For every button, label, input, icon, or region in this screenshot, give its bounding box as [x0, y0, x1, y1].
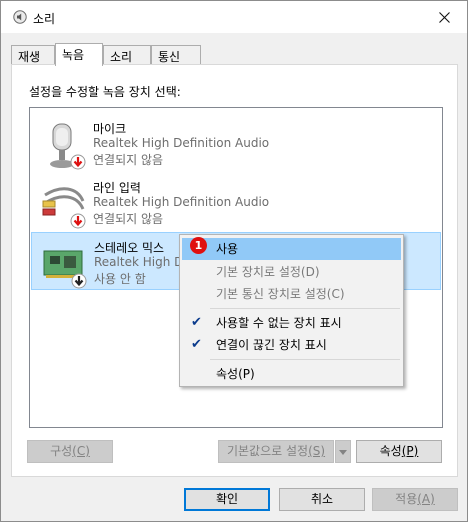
tab-communications[interactable]: 통신 — [151, 45, 201, 65]
button-label: 기본값으로 설정 — [226, 444, 309, 458]
checkmark-icon: ✔ — [191, 315, 202, 330]
button-accesskey: (C) — [72, 444, 90, 458]
tab-sounds[interactable]: 소리 — [103, 45, 151, 65]
context-menu: 사용 기본 장치로 설정(D) 기본 통신 장치로 설정(C) ✔ 사용할 수 없… — [179, 234, 404, 387]
configure-button: 구성(C) — [27, 440, 113, 463]
checkmark-icon: ✔ — [191, 337, 202, 352]
menu-item-show-disabled-devices[interactable]: ✔ 사용할 수 없는 장치 표시 — [182, 312, 401, 334]
button-label: 적용 — [395, 492, 418, 506]
sound-card-icon — [43, 250, 87, 289]
button-accesskey: (A) — [417, 492, 435, 506]
device-driver: Realtek High De — [94, 255, 191, 269]
device-status: 연결되지 않음 — [93, 212, 164, 226]
line-in-cable-icon — [42, 187, 86, 229]
button-accesskey: (S) — [308, 444, 326, 458]
device-status: 사용 안 함 — [94, 272, 146, 286]
instruction-label: 설정을 수정할 녹음 장치 선택: — [29, 85, 181, 99]
device-item-line-in[interactable]: 라인 입력 Realtek High Definition Audio 연결되지… — [31, 173, 441, 231]
menu-item-properties[interactable]: 속성(P) — [182, 363, 401, 385]
menu-item-label: 사용할 수 없는 장치 표시 — [216, 316, 342, 330]
ok-button[interactable]: 확인 — [184, 488, 270, 511]
close-icon — [438, 11, 450, 23]
cancel-button[interactable]: 취소 — [279, 488, 365, 511]
sound-dialog: 소리 재생 녹음 소리 통신 설정을 수정할 녹음 장치 선택: 마이크 Rea… — [0, 0, 468, 522]
step-badge: 1 — [190, 237, 207, 254]
button-accesskey: (P) — [401, 444, 419, 458]
properties-button[interactable]: 속성(P) — [356, 440, 442, 463]
apply-button: 적용(A) — [372, 488, 458, 511]
close-button[interactable] — [421, 1, 467, 33]
set-default-button: 기본값으로 설정(S) — [218, 440, 334, 463]
speaker-icon — [13, 10, 27, 24]
device-name: 라인 입력 — [93, 181, 141, 195]
microphone-icon — [50, 123, 86, 170]
device-driver: Realtek High Definition Audio — [93, 136, 270, 150]
window-title: 소리 — [33, 12, 56, 26]
device-driver: Realtek High Definition Audio — [93, 195, 270, 209]
menu-item-enable[interactable]: 사용 — [182, 238, 401, 260]
menu-item-label: 연결이 끊긴 장치 표시 — [216, 338, 327, 352]
title-bar[interactable]: 소리 — [1, 1, 467, 33]
button-label: 구성 — [50, 444, 73, 458]
menu-item-set-default-comm-device: 기본 통신 장치로 설정(C) — [216, 287, 345, 301]
menu-separator — [210, 308, 400, 309]
device-status: 연결되지 않음 — [93, 153, 164, 167]
tab-playback[interactable]: 재생 — [11, 45, 55, 65]
menu-item-show-disconnected-devices[interactable]: ✔ 연결이 끊긴 장치 표시 — [182, 334, 401, 356]
set-default-dropdown-button — [335, 440, 351, 463]
device-name: 스테레오 믹스 — [94, 241, 165, 255]
button-label: 속성 — [379, 444, 402, 458]
tab-recording[interactable]: 녹음 — [55, 43, 103, 66]
chevron-down-icon — [339, 450, 347, 455]
device-item-microphone[interactable]: 마이크 Realtek High Definition Audio 연결되지 않… — [31, 114, 441, 172]
menu-separator — [210, 359, 400, 360]
menu-item-set-default-device: 기본 장치로 설정(D) — [216, 265, 320, 279]
device-name: 마이크 — [93, 122, 127, 136]
